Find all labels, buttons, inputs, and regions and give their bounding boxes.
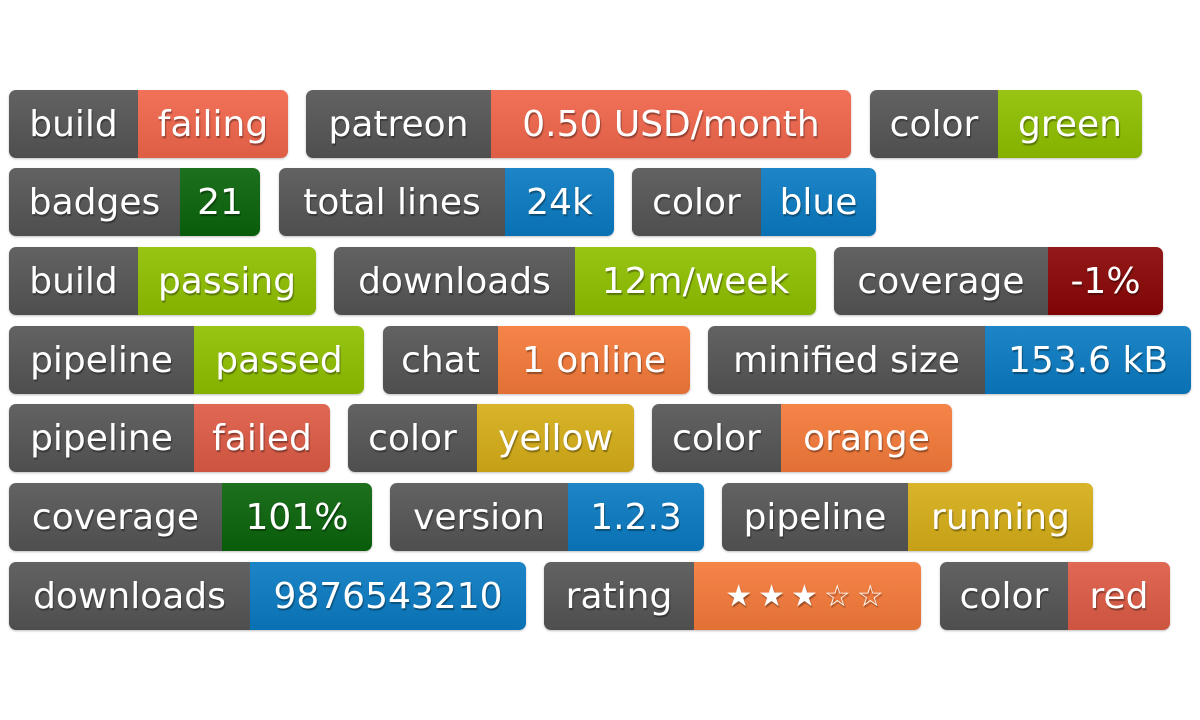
badge-label: minified size bbox=[708, 326, 985, 394]
badge-minified-size: minified size 153.6 kB bbox=[708, 326, 1191, 394]
badge-downloads: downloads 9876543210 bbox=[9, 562, 526, 630]
badge-label: chat bbox=[383, 326, 498, 394]
badge-message: 1 online bbox=[498, 326, 690, 394]
badge-total-lines: total lines 24k bbox=[279, 168, 614, 236]
badge-label: color bbox=[870, 90, 998, 158]
badge-color: color green bbox=[870, 90, 1142, 158]
badge-message: running bbox=[908, 483, 1093, 551]
badge-color: color blue bbox=[632, 168, 876, 236]
badge-message: passing bbox=[138, 247, 316, 315]
badge-message: 101% bbox=[222, 483, 372, 551]
badge-build: build failing bbox=[9, 90, 288, 158]
badge-message: passed bbox=[194, 326, 364, 394]
badge-message: failed bbox=[194, 404, 330, 472]
badge-coverage: coverage 101% bbox=[9, 483, 372, 551]
badge-label: coverage bbox=[9, 483, 222, 551]
badge-build: build passing bbox=[9, 247, 316, 315]
badge-label: badges bbox=[9, 168, 180, 236]
badge-label: patreon bbox=[306, 90, 491, 158]
rating-stars: ★★★☆☆ bbox=[694, 562, 921, 630]
badge-message: 9876543210 bbox=[250, 562, 526, 630]
badge-label: rating bbox=[544, 562, 694, 630]
badge-pipeline: pipeline failed bbox=[9, 404, 330, 472]
badge-label: coverage bbox=[834, 247, 1048, 315]
badge-pipeline: pipeline passed bbox=[9, 326, 364, 394]
badge-label: color bbox=[652, 404, 781, 472]
badge-color: color orange bbox=[652, 404, 952, 472]
badge-label: downloads bbox=[9, 562, 250, 630]
badge-rating: rating ★★★☆☆ bbox=[544, 562, 921, 630]
badge-label: color bbox=[940, 562, 1068, 630]
badge-label: downloads bbox=[334, 247, 575, 315]
badge-version: version 1.2.3 bbox=[390, 483, 704, 551]
badge-message: failing bbox=[138, 90, 288, 158]
badge-message: 0.50 USD/month bbox=[491, 90, 851, 158]
badge-label: pipeline bbox=[9, 326, 194, 394]
badge-message: orange bbox=[781, 404, 952, 472]
badge-message: red bbox=[1068, 562, 1170, 630]
badge-message: -1% bbox=[1048, 247, 1163, 315]
badge-downloads: downloads 12m/week bbox=[334, 247, 816, 315]
badge-message: 21 bbox=[180, 168, 260, 236]
badge-pipeline: pipeline running bbox=[722, 483, 1093, 551]
badge-message: green bbox=[998, 90, 1142, 158]
badge-color: color yellow bbox=[348, 404, 634, 472]
badge-label: pipeline bbox=[9, 404, 194, 472]
badge-coverage: coverage -1% bbox=[834, 247, 1163, 315]
badge-message: yellow bbox=[477, 404, 634, 472]
badge-label: build bbox=[9, 90, 138, 158]
badge-message: 1.2.3 bbox=[568, 483, 704, 551]
badge-chat: chat 1 online bbox=[383, 326, 690, 394]
badge-message: 12m/week bbox=[575, 247, 816, 315]
badge-message: 153.6 kB bbox=[985, 326, 1191, 394]
badge-label: total lines bbox=[279, 168, 505, 236]
badge-label: build bbox=[9, 247, 138, 315]
badge-label: color bbox=[632, 168, 761, 236]
badge-patreon: patreon 0.50 USD/month bbox=[306, 90, 851, 158]
badge-label: color bbox=[348, 404, 477, 472]
badge-message: blue bbox=[761, 168, 876, 236]
badge-color: color red bbox=[940, 562, 1170, 630]
badge-label: version bbox=[390, 483, 568, 551]
badge-message: 24k bbox=[505, 168, 614, 236]
badge-badges: badges 21 bbox=[9, 168, 260, 236]
badge-label: pipeline bbox=[722, 483, 908, 551]
